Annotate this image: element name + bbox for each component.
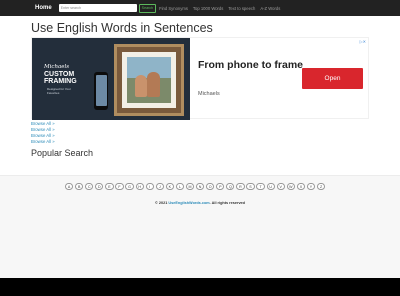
footer: ABCDEFGHIJKLMNOPQRSTUVWXYZ © 2021 UseEng… <box>0 175 400 279</box>
letter-g-button[interactable]: G <box>125 183 134 190</box>
nav-link-find-synonyms[interactable]: Find Synonyms <box>159 6 188 11</box>
copyright-suffix: . All rights reserved <box>209 201 245 205</box>
nav-link-text-to-speech[interactable]: Text to speech <box>228 6 255 11</box>
letter-w-button[interactable]: W <box>286 183 295 190</box>
ad-advertiser: Michaels <box>198 91 220 97</box>
letter-c-button[interactable]: C <box>85 183 94 190</box>
top-navbar: Home Search Find Synonyms Top 1000 Words… <box>0 0 400 16</box>
letter-j-button[interactable]: J <box>155 183 164 190</box>
bottom-bar <box>0 278 400 296</box>
ad-image-title: CUSTOM FRAMING <box>44 71 77 85</box>
letter-e-button[interactable]: E <box>105 183 114 190</box>
letter-f-button[interactable]: F <box>115 183 124 190</box>
ad-image[interactable]: Michaels CUSTOM FRAMING Designed for You… <box>32 38 190 120</box>
home-link[interactable]: Home <box>35 5 52 11</box>
search-button[interactable]: Search <box>138 3 157 13</box>
browse-links: Browse All » Browse All » Browse All » B… <box>31 121 55 145</box>
letter-t-button[interactable]: T <box>256 183 265 190</box>
letter-k-button[interactable]: K <box>165 183 174 190</box>
letter-p-button[interactable]: P <box>216 183 225 190</box>
letter-b-button[interactable]: B <box>75 183 84 190</box>
picture-frame-illustration <box>114 44 184 116</box>
popular-search-heading: Popular Search <box>31 148 94 158</box>
ad-headline[interactable]: From phone to frame <box>198 58 308 73</box>
letter-s-button[interactable]: S <box>246 183 255 190</box>
ad-image-subtitle: Designed for Your Favorites <box>47 87 71 95</box>
letter-a-button[interactable]: A <box>65 183 74 190</box>
letter-y-button[interactable]: Y <box>306 183 316 190</box>
copyright-prefix: © 2021 <box>155 201 169 205</box>
letter-v-button[interactable]: V <box>276 183 285 190</box>
letter-z-button[interactable]: Z <box>316 183 326 190</box>
page-title: Use English Words in Sentences <box>31 21 213 35</box>
alphabet-index: ABCDEFGHIJKLMNOPQRSTUVWXYZ <box>65 183 327 190</box>
letter-h-button[interactable]: H <box>135 183 144 190</box>
advertisement[interactable]: ▷✕ Michaels CUSTOM FRAMING Designed for … <box>31 37 369 120</box>
site-link[interactable]: UseEnglishWords.com <box>168 201 209 205</box>
ad-brand-logo: Michaels <box>44 64 70 70</box>
letter-i-button[interactable]: I <box>145 183 154 190</box>
copyright: © 2021 UseEnglishWords.com. All rights r… <box>0 201 400 205</box>
ad-choices-icon[interactable]: ▷✕ <box>360 39 366 44</box>
browse-all-link[interactable]: Browse All » <box>31 139 55 145</box>
letter-n-button[interactable]: N <box>196 183 205 190</box>
nav-link-a-z-words[interactable]: A-Z Words <box>260 6 280 11</box>
letter-u-button[interactable]: U <box>266 183 275 190</box>
letter-o-button[interactable]: O <box>206 183 215 190</box>
nav-link-top-1000-words[interactable]: Top 1000 Words <box>193 6 223 11</box>
phone-illustration <box>94 72 108 110</box>
search-input[interactable] <box>58 4 137 12</box>
letter-q-button[interactable]: Q <box>226 183 235 190</box>
letter-r-button[interactable]: R <box>236 183 245 190</box>
letter-x-button[interactable]: X <box>296 183 305 190</box>
letter-d-button[interactable]: D <box>95 183 104 190</box>
nav-links: Find Synonyms Top 1000 Words Text to spe… <box>159 6 285 11</box>
ad-open-button[interactable]: Open <box>302 68 363 89</box>
letter-m-button[interactable]: M <box>185 183 195 190</box>
letter-l-button[interactable]: L <box>175 183 185 190</box>
